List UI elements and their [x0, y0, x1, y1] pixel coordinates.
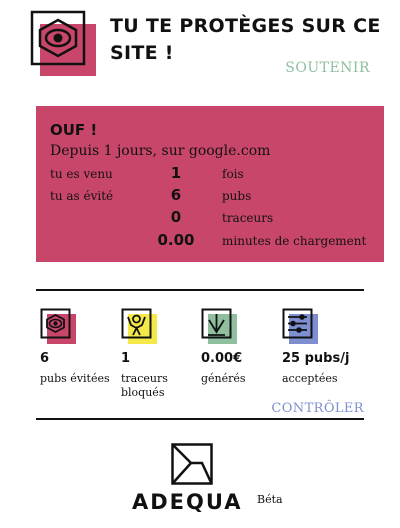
stat-value: 0.00€: [201, 351, 243, 366]
ad-block-icon: [40, 308, 76, 344]
brand-name: ADEQUA: [132, 490, 243, 514]
adequa-logo-icon: [171, 443, 213, 485]
summary-subtitle: Depuis 1 jours, sur google.com: [50, 143, 271, 159]
summary-row-value: 1: [170, 164, 182, 182]
beta-badge: Béta: [257, 493, 283, 506]
divider-bottom: [36, 418, 364, 420]
summary-row-value: 0.00: [157, 231, 195, 249]
summary-row-value: 0: [170, 208, 182, 226]
stat-label: traceurs bloqués: [121, 372, 168, 399]
divider-top: [36, 289, 364, 291]
protection-summary-card: OUF ! Depuis 1 jours, sur google.com tu …: [36, 106, 384, 262]
stat-label: générés: [201, 372, 246, 385]
stat-label: pubs évitées: [40, 372, 110, 385]
stat-value: 1: [121, 351, 131, 366]
page-title: TU TE PROTÈGES SUR CE SITE !: [110, 15, 381, 64]
crown-money-icon: [201, 308, 237, 344]
header-logo: [30, 10, 96, 76]
support-link[interactable]: SOUTENIR: [285, 60, 370, 76]
summary-row-label: tu as évité: [50, 189, 114, 203]
summary-row-value: 6: [170, 186, 182, 204]
stat-label: acceptées: [282, 372, 338, 385]
sliders-icon: [282, 308, 318, 344]
stat-value: 6: [40, 351, 50, 366]
summary-row-unit: minutes de chargement: [222, 234, 367, 248]
control-link[interactable]: CONTRÔLER: [271, 401, 364, 416]
summary-row-unit: traceurs: [222, 211, 274, 225]
shield-eye-icon: [30, 10, 96, 76]
stat-value: 25 pubs/j: [282, 351, 350, 366]
summary-title: OUF !: [50, 121, 98, 139]
summary-row-unit: fois: [222, 167, 244, 181]
summary-row-unit: pubs: [222, 189, 252, 203]
tracker-icon: [121, 308, 157, 344]
summary-row-label: tu es venu: [50, 167, 113, 181]
